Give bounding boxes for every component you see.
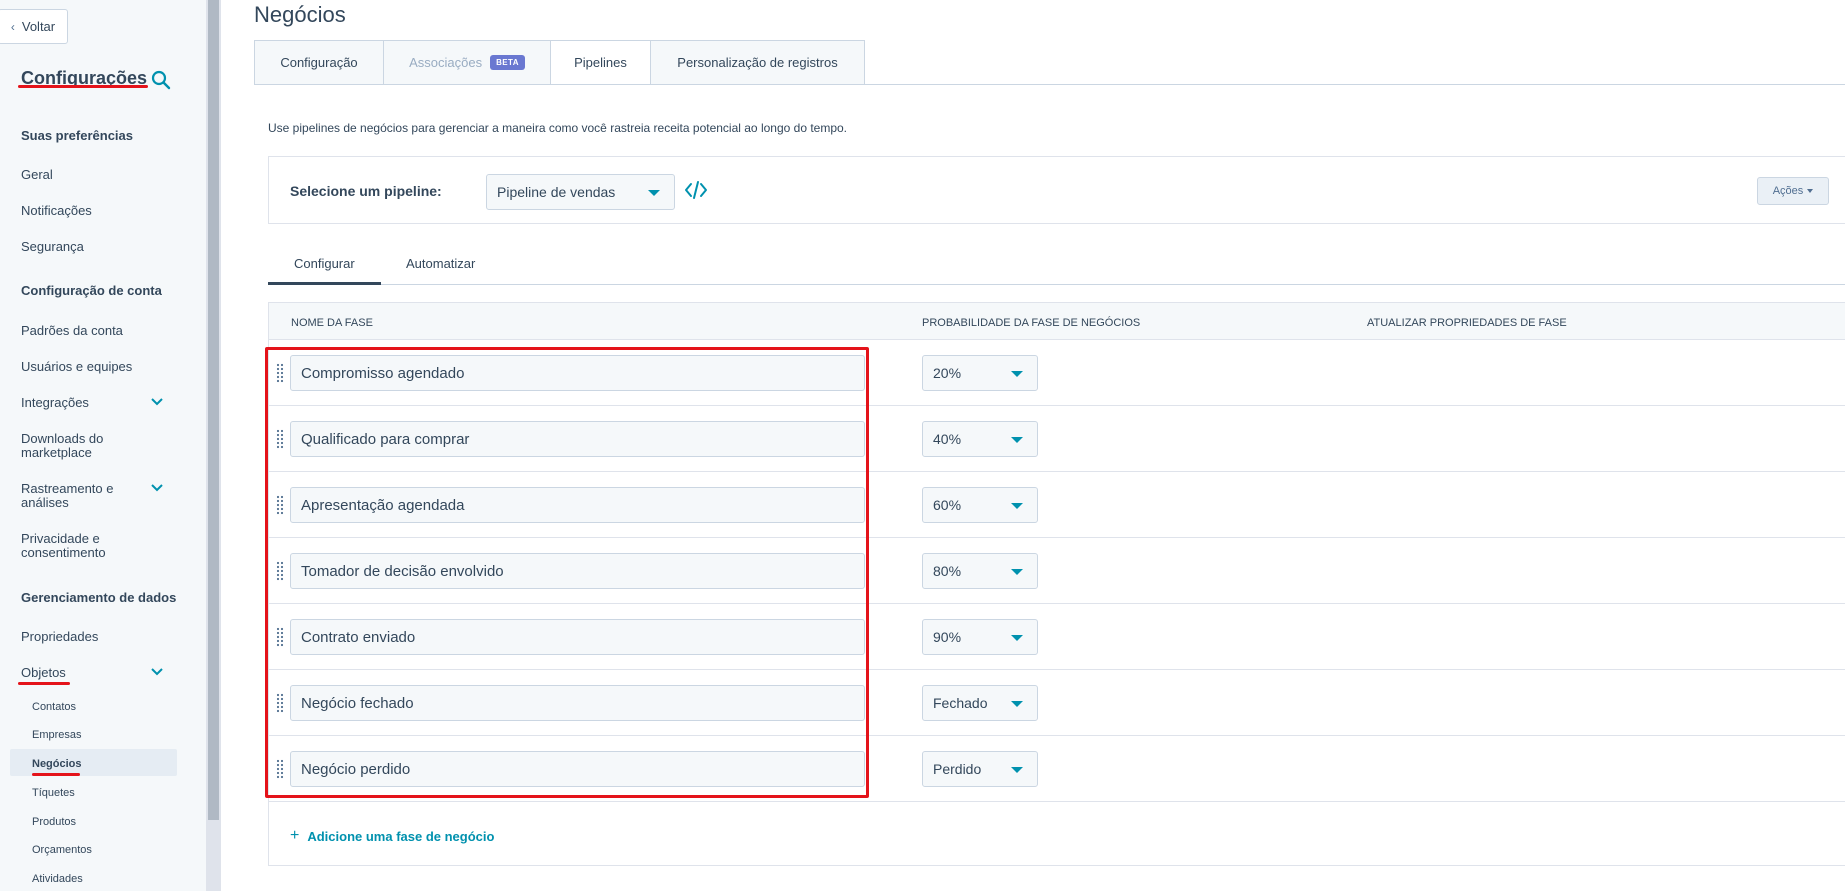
pipeline-select-label: Selecione um pipeline: — [290, 183, 442, 199]
caret-down-icon — [1011, 371, 1023, 377]
sidebar-subitem-produtos[interactable]: Produtos — [32, 815, 76, 829]
sidebar-item-objetos[interactable]: Objetos — [21, 666, 66, 680]
sidebar-item-downloads-line2: marketplace — [21, 445, 92, 460]
chevron-down-icon[interactable] — [150, 395, 164, 409]
tab-personalizacao[interactable]: Personalização de registros — [650, 40, 865, 85]
caret-down-icon — [1011, 569, 1023, 575]
chevron-down-icon[interactable] — [150, 481, 164, 495]
annotation-highlight-box — [265, 347, 869, 798]
section-preferences: Suas preferências — [21, 128, 134, 143]
sidebar-item-privacidade-line2: consentimento — [21, 545, 106, 560]
column-header-probability: PROBABILIDADE DA FASE DE NEGÓCIOS — [922, 317, 1141, 329]
settings-sidebar: ‹ Voltar Configurações Suas preferências… — [0, 0, 206, 891]
sidebar-item-rastreamento-line2: análises — [21, 495, 69, 510]
sidebar-item-integracoes[interactable]: Integrações — [21, 396, 89, 410]
sidebar-item-rastreamento[interactable]: Rastreamento e análises — [21, 482, 114, 510]
sidebar-subitem-atividades[interactable]: Atividades — [32, 872, 83, 886]
sidebar-item-privacidade-line1: Privacidade e — [21, 531, 100, 546]
pipeline-select[interactable]: Pipeline de vendas — [486, 174, 675, 210]
actions-dropdown-button[interactable]: Ações — [1757, 177, 1829, 205]
pipelines-description: Use pipelines de negócios para gerenciar… — [268, 121, 848, 135]
annotation-underline — [18, 85, 148, 88]
caret-down-icon — [648, 190, 660, 196]
tab-label: Associações — [409, 55, 483, 70]
section-data-management: Gerenciamento de dados — [21, 590, 177, 605]
annotation-underline — [18, 682, 70, 685]
probability-value: Perdido — [933, 761, 982, 777]
caret-down-icon — [1011, 437, 1023, 443]
tab-label: Pipelines — [574, 55, 627, 70]
beta-badge: BETA — [490, 55, 525, 70]
sidebar-subitem-empresas[interactable]: Empresas — [32, 728, 82, 742]
sidebar-item-downloads-line1: Downloads do — [21, 431, 104, 446]
probability-value: 90% — [933, 629, 962, 645]
actions-label: Ações — [1772, 185, 1804, 197]
stage-probability-select[interactable]: Perdido — [922, 751, 1038, 787]
column-header-stage: NOME DA FASE — [291, 317, 373, 329]
caret-down-icon — [1807, 189, 1814, 193]
subtab-automatizar[interactable]: Automatizar — [406, 256, 475, 271]
tab-label: Personalização de registros — [677, 55, 838, 70]
sidebar-item-padroes[interactable]: Padrões da conta — [21, 324, 123, 338]
caret-down-icon — [1011, 701, 1023, 707]
caret-down-icon — [1011, 635, 1023, 641]
sidebar-item-rastreamento-line1: Rastreamento e — [21, 481, 114, 496]
stage-probability-select[interactable]: Fechado — [922, 685, 1038, 721]
sidebar-subitem-orcamentos[interactable]: Orçamentos — [32, 843, 92, 857]
object-tabs: Configuração Associações BETA Pipelines … — [254, 40, 865, 85]
sidebar-item-notificacoes[interactable]: Notificações — [21, 204, 92, 218]
chevron-down-icon[interactable] — [150, 665, 164, 679]
search-icon[interactable] — [151, 70, 171, 90]
annotation-underline — [32, 773, 80, 776]
probability-value: 60% — [933, 497, 962, 513]
stage-probability-select[interactable]: 80% — [922, 553, 1038, 589]
probability-value: 40% — [933, 431, 962, 447]
stage-probability-select[interactable]: 90% — [922, 619, 1038, 655]
sidebar-subitem-contatos[interactable]: Contatos — [32, 700, 76, 714]
active-subtab-indicator — [268, 282, 381, 285]
add-stage-label: Adicione uma fase de negócio — [307, 828, 495, 844]
stage-probability-select[interactable]: 60% — [922, 487, 1038, 523]
subtab-configurar[interactable]: Configurar — [294, 256, 355, 271]
sidebar-item-geral[interactable]: Geral — [21, 168, 53, 182]
probability-value: Fechado — [933, 695, 988, 711]
column-header-update: ATUALIZAR PROPRIEDADES DE FASE — [1367, 317, 1567, 329]
page-title: Negócios — [254, 2, 346, 27]
tab-pipelines[interactable]: Pipelines — [550, 40, 650, 85]
probability-value: 20% — [933, 365, 962, 381]
scrollbar-thumb[interactable] — [208, 0, 219, 820]
tabs-divider — [254, 84, 1845, 85]
stage-probability-select[interactable]: 40% — [922, 421, 1038, 457]
back-button-label: Voltar — [21, 19, 56, 34]
sidebar-item-privacidade[interactable]: Privacidade e consentimento — [21, 532, 106, 560]
tab-label: Configuração — [280, 55, 358, 70]
sidebar-item-propriedades[interactable]: Propriedades — [21, 630, 98, 644]
sidebar-item-downloads[interactable]: Downloads do marketplace — [21, 432, 103, 460]
add-stage-row — [268, 801, 1845, 866]
pipeline-select-value: Pipeline de vendas — [497, 184, 616, 200]
chevron-left-icon: ‹ — [10, 19, 15, 34]
tab-configuracao[interactable]: Configuração — [254, 40, 383, 85]
sidebar-item-usuarios[interactable]: Usuários e equipes — [21, 360, 132, 374]
embed-code-icon[interactable] — [684, 180, 708, 200]
plus-icon: + — [290, 827, 300, 844]
add-stage-link[interactable]: + Adicione uma fase de negócio — [290, 827, 494, 845]
probability-value: 80% — [933, 563, 962, 579]
sidebar-subitem-negocios[interactable]: Negócios — [32, 757, 82, 771]
tab-associacoes[interactable]: Associações BETA — [383, 40, 550, 85]
caret-down-icon — [1011, 503, 1023, 509]
sidebar-item-seguranca[interactable]: Segurança — [21, 240, 84, 254]
stage-probability-select[interactable]: 20% — [922, 355, 1038, 391]
sidebar-subitem-tiquetes[interactable]: Tíquetes — [32, 786, 75, 800]
subtabs-divider — [268, 284, 1845, 285]
section-account: Configuração de conta — [21, 283, 162, 298]
sidebar-scrollbar[interactable] — [206, 0, 221, 891]
caret-down-icon — [1011, 767, 1023, 773]
back-button[interactable]: ‹ Voltar — [0, 9, 68, 44]
